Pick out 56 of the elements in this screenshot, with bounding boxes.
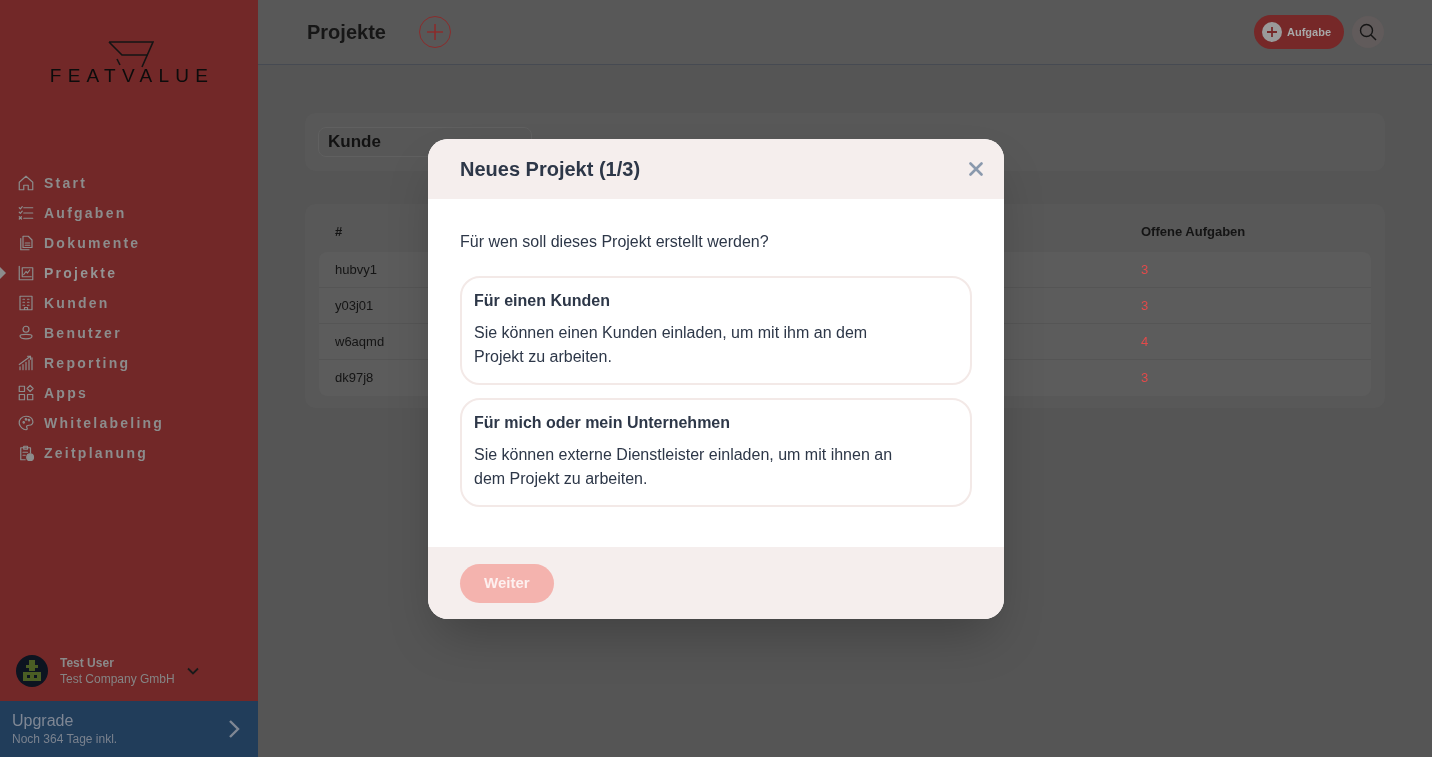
growth-chart-icon (17, 354, 35, 372)
upgrade-subtitle: Noch 364 Tage inkl. (12, 731, 119, 747)
table-cell-text: 3 (1141, 260, 1149, 279)
building-icon (17, 294, 35, 312)
apps-icon (17, 384, 35, 402)
table-cell-text: hubvy1 (335, 260, 377, 279)
documents-icon (17, 234, 35, 252)
option-title: Für mich oder mein Unternehmen (474, 413, 732, 433)
company-name: Test Company GmbH (60, 671, 175, 687)
chart-icon (17, 264, 35, 282)
column-header: # (335, 223, 343, 242)
table-cell-text: dk97j8 (335, 369, 374, 388)
nav-item[interactable]: Dokumente (0, 228, 258, 258)
clipboard-clock-icon (17, 444, 35, 462)
table-cell-text: w6aqmd (335, 332, 385, 351)
table-cell-text: 4 (1141, 332, 1149, 351)
nav-item[interactable]: Start (0, 168, 258, 198)
chevron-down-icon[interactable] (186, 667, 199, 675)
nav-item[interactable]: Kunden (0, 288, 258, 318)
chevron-right-icon (228, 719, 240, 739)
nav-item[interactable]: Benutzer (0, 318, 258, 348)
search-icon (1359, 23, 1377, 41)
dialog-question: Für wen soll dieses Projekt erstellt werden? (460, 232, 770, 252)
logo-triangle-icon (107, 41, 154, 68)
nav-item[interactable]: Whitelabeling (0, 408, 258, 438)
upgrade-title: Upgrade (12, 711, 75, 731)
option-description: Sie können einen Kunden einladen, um mit ihm an dem Projekt zu arbeiten. (474, 323, 869, 367)
nav-item[interactable]: Projekte (0, 258, 258, 288)
upgrade-banner[interactable]: Upgrade Noch 364 Tage inkl. (0, 701, 258, 757)
page-title: Projekte (307, 20, 386, 45)
dialog-title: Neues Projekt (1/3) (460, 157, 642, 182)
option-card[interactable]: Für einen Kunden Sie können einen Kunden einladen, um mit ihm an dem Projekt zu arbeiten. (460, 276, 972, 385)
search-button[interactable] (1352, 16, 1384, 48)
close-icon (969, 162, 983, 176)
avatar-icon (16, 655, 48, 687)
nav-item[interactable]: Apps (0, 378, 258, 408)
nav-item[interactable]: Aufgaben (0, 198, 258, 228)
close-button[interactable] (967, 160, 985, 178)
user-icon (17, 324, 35, 342)
nav-item[interactable]: Reporting (0, 348, 258, 378)
column-header: Offene Aufgaben (1141, 223, 1246, 242)
plus-icon (425, 23, 444, 41)
plus-circle-icon (1262, 22, 1282, 42)
table-cell-text: y03j01 (335, 296, 374, 315)
checklist-icon (17, 204, 35, 222)
palette-icon (17, 414, 35, 432)
logo-text: FEATVALUE (48, 66, 215, 86)
option-description: Sie können externe Dienstleister einladen, um mit ihnen an dem Projekt zu arbeiten. (474, 445, 894, 489)
option-card[interactable]: Für mich oder mein Unternehmen Sie können externe Dienstleister einladen, um mit ihnen an dem Projekt zu arbeiten. (460, 398, 972, 507)
user-name: Test User (60, 655, 115, 671)
option-title: Für einen Kunden (474, 291, 611, 311)
home-icon (17, 174, 35, 192)
nav-item[interactable]: Zeitplanung (0, 438, 258, 468)
table-cell-text: 3 (1141, 369, 1149, 388)
add-task-button[interactable]: Aufgabe (1254, 15, 1344, 49)
table-cell-text: 3 (1141, 296, 1149, 315)
